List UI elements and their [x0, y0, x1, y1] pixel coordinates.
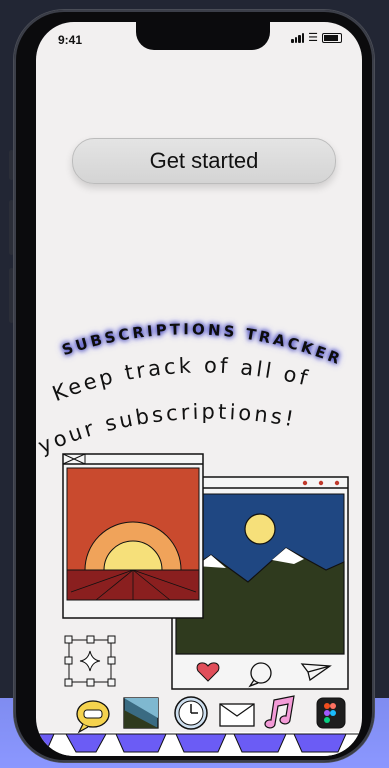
chat-bubble-icon[interactable] [76, 700, 110, 734]
photo-icon[interactable] [123, 697, 159, 729]
phone-screen: 9:41 ☰ Get started SUBSCRIPTIONS TRACKER… [36, 22, 362, 756]
mail-icon[interactable] [219, 703, 255, 727]
clock-icon[interactable] [174, 696, 208, 730]
wifi-icon: ☰ [308, 32, 318, 44]
status-time: 9:41 [58, 33, 83, 47]
music-note-icon[interactable] [264, 695, 295, 729]
notch [136, 22, 270, 50]
sparkle-selection-icon [64, 635, 116, 687]
battery-icon [322, 33, 342, 43]
status-icons: ☰ [291, 32, 342, 44]
signal-icon [291, 33, 305, 43]
sunset-window [62, 453, 204, 619]
tagline-line-1: Keep track of all of [49, 353, 312, 406]
figma-icon[interactable] [316, 697, 346, 729]
tagline-line-2: your subscriptions! [36, 400, 298, 459]
get-started-button[interactable]: Get started [72, 138, 336, 184]
hero-text-group: SUBSCRIPTIONS TRACKER Keep track of all … [36, 320, 342, 459]
dock [36, 695, 362, 756]
